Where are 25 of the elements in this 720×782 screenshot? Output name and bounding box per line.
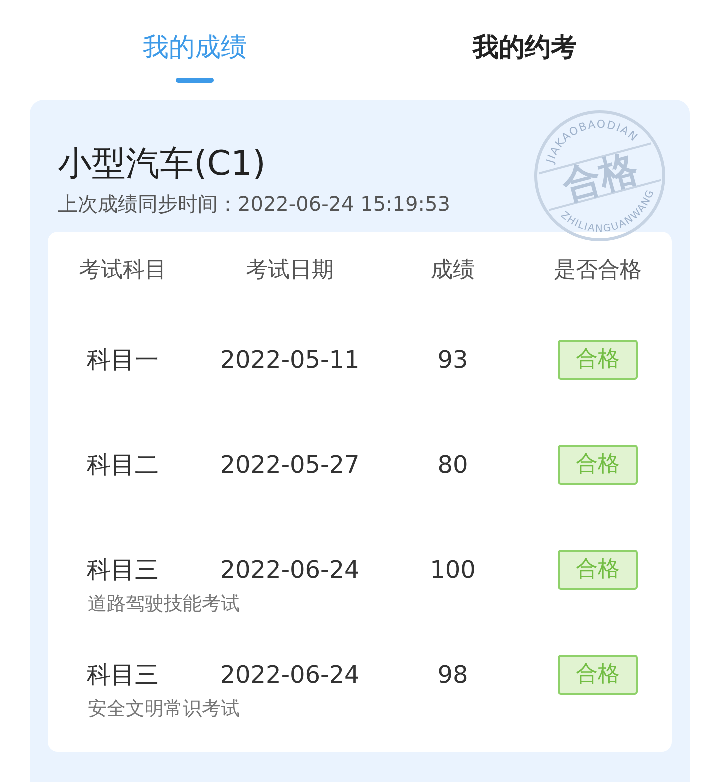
column-header: 考试日期 <box>246 256 334 284</box>
column-header: 成绩 <box>431 256 475 284</box>
score-cell: 100 <box>430 555 476 585</box>
result-badge: 合格 <box>558 550 638 590</box>
subject-cell: 科目二 <box>87 450 159 480</box>
date-cell: 2022-06-24 <box>220 555 360 585</box>
result-badge: 合格 <box>558 340 638 380</box>
exam-note: 道路驾驶技能考试 <box>87 592 240 613</box>
date-cell: 2022-06-24 <box>220 660 360 690</box>
subject-cell: 科目三 <box>87 555 159 585</box>
vehicle-title: 小型汽车(C1) <box>57 143 266 186</box>
sync-time: 上次成绩同步时间：2022-06-24 15:19:53 <box>57 191 450 218</box>
result-badge: 合格 <box>558 655 638 695</box>
date-cell: 2022-05-27 <box>220 450 360 480</box>
tab[interactable]: 我的约考 <box>360 0 690 100</box>
exam-note: 安全文明常识考试 <box>87 697 240 718</box>
date-cell: 2022-05-11 <box>220 345 360 375</box>
score-cell: 93 <box>438 345 468 375</box>
column-header: 是否合格 <box>554 256 642 284</box>
subject-cell: 科目一 <box>87 345 159 375</box>
result-badge: 合格 <box>558 445 638 485</box>
subject-cell: 科目三 <box>87 660 159 690</box>
score-cell: 98 <box>438 660 468 690</box>
score-cell: 80 <box>438 450 468 480</box>
column-header: 考试科目 <box>79 256 167 284</box>
